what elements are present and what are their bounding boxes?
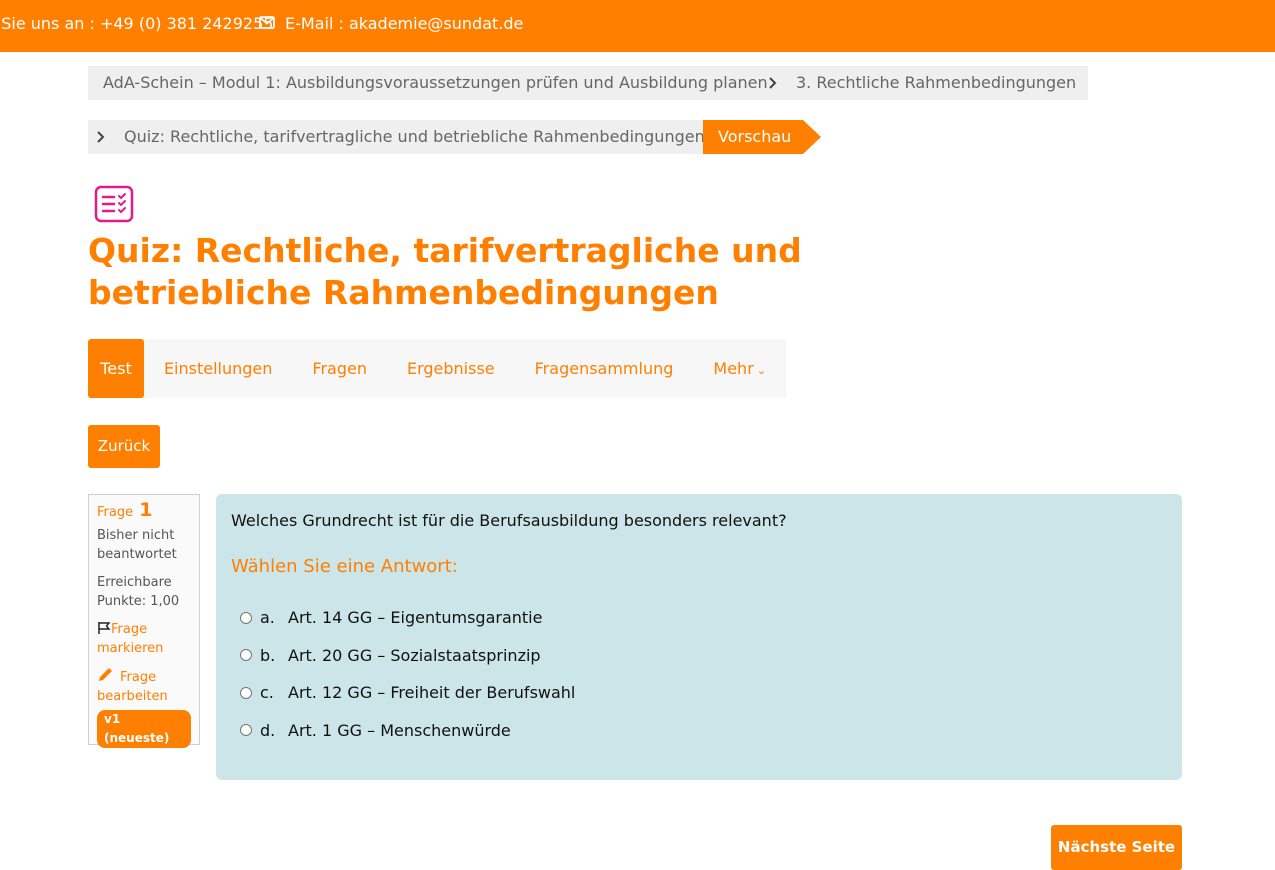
edit-question-link[interactable]: Frage bearbeiten bbox=[97, 666, 191, 706]
question-state: Bisher nicht beantwortet bbox=[97, 528, 177, 562]
question-text: Welches Grundrecht ist für die Berufsaus… bbox=[231, 511, 787, 530]
answer-radio[interactable] bbox=[240, 649, 252, 662]
question-number: Frage 1 bbox=[97, 501, 191, 522]
question-number-value: 1 bbox=[139, 499, 153, 521]
tab-mehr[interactable]: Mehr ⌄ bbox=[693, 339, 786, 398]
breadcrumb-item-module[interactable]: AdA-Schein – Modul 1: Ausbildungsvorauss… bbox=[103, 66, 768, 100]
answer-text: Art. 12 GG – Freiheit der Berufswahl bbox=[288, 683, 576, 703]
answer-radio[interactable] bbox=[240, 686, 252, 699]
pencil-icon bbox=[99, 668, 112, 681]
answer-letter: c. bbox=[260, 683, 274, 703]
tab-fragen[interactable]: Fragen bbox=[292, 339, 387, 398]
chevron-down-icon: ⌄ bbox=[756, 364, 766, 377]
answer-text: Art. 1 GG – Menschenwürde bbox=[288, 720, 511, 740]
envelope-icon bbox=[259, 16, 275, 29]
quiz-icon bbox=[94, 185, 134, 223]
tab-ergebnisse[interactable]: Ergebnisse bbox=[387, 339, 515, 398]
breadcrumb-row-2: Quiz: Rechtliche, tarifvertragliche und … bbox=[88, 120, 705, 154]
tab-fragensammlung[interactable]: Fragensammlung bbox=[515, 339, 694, 398]
page-title: Quiz: Rechtliche, tarifvertragliche und … bbox=[88, 231, 802, 312]
question-content: Welches Grundrecht ist für die Berufsaus… bbox=[216, 494, 1182, 780]
answer-prompt: Wählen Sie eine Antwort: bbox=[231, 556, 458, 577]
breadcrumb: AdA-Schein – Modul 1: Ausbildungsvorauss… bbox=[88, 66, 1088, 100]
phone-text: n Sie uns an : +49 (0) 381 2429255 bbox=[0, 14, 274, 33]
tab-einstellungen[interactable]: Einstellungen bbox=[144, 339, 292, 398]
answer-letter: a. bbox=[260, 608, 275, 628]
tab-test[interactable]: Test bbox=[88, 339, 144, 398]
answer-option[interactable]: a. Art. 14 GG – Eigentumsgarantie bbox=[231, 599, 1167, 637]
secondary-navigation: Test Einstellungen Fragen Ergebnisse Fra… bbox=[88, 339, 786, 398]
chevron-right-icon bbox=[768, 66, 778, 100]
chevron-right-icon bbox=[96, 120, 106, 154]
breadcrumb-current: Vorschau bbox=[703, 120, 821, 154]
back-button[interactable]: Zurück bbox=[88, 425, 160, 468]
question-grade: Erreichbare Punkte: 1,00 bbox=[97, 575, 180, 609]
answer-radio[interactable] bbox=[240, 724, 252, 737]
flag-question-link[interactable]: Frage markieren bbox=[97, 620, 191, 658]
answer-text: Art. 20 GG – Sozialstaatsprinzip bbox=[288, 645, 541, 665]
answer-letter: b. bbox=[260, 645, 276, 665]
answer-option[interactable]: c. Art. 12 GG – Freiheit der Berufswahl bbox=[231, 674, 1167, 712]
question-info-panel: Frage 1 Bisher nicht beantwortet Erreich… bbox=[88, 494, 200, 748]
answer-letter: d. bbox=[260, 720, 276, 740]
top-contact-bar: n Sie uns an : +49 (0) 381 2429255 E-Mai… bbox=[0, 0, 1275, 52]
email-link[interactable]: E-Mail : akademie@sundat.de bbox=[285, 14, 523, 33]
answer-text: Art. 14 GG – Eigentumsgarantie bbox=[288, 608, 543, 628]
version-badge: v1 (neueste) bbox=[97, 710, 191, 748]
flag-icon bbox=[98, 622, 111, 634]
breadcrumb-item-quiz[interactable]: Quiz: Rechtliche, tarifvertragliche und … bbox=[124, 120, 705, 154]
answer-list: a. Art. 14 GG – Eigentumsgarantie b. Art… bbox=[231, 599, 1167, 749]
tab-mehr-label: Mehr bbox=[713, 359, 754, 378]
breadcrumb-item-section[interactable]: 3. Rechtliche Rahmenbedingungen bbox=[796, 66, 1076, 100]
answer-radio[interactable] bbox=[240, 611, 252, 624]
question-label: Frage bbox=[97, 505, 134, 520]
next-page-button[interactable]: Nächste Seite bbox=[1051, 825, 1182, 870]
answer-option[interactable]: d. Art. 1 GG – Menschenwürde bbox=[231, 712, 1167, 750]
answer-option[interactable]: b. Art. 20 GG – Sozialstaatsprinzip bbox=[231, 637, 1167, 675]
